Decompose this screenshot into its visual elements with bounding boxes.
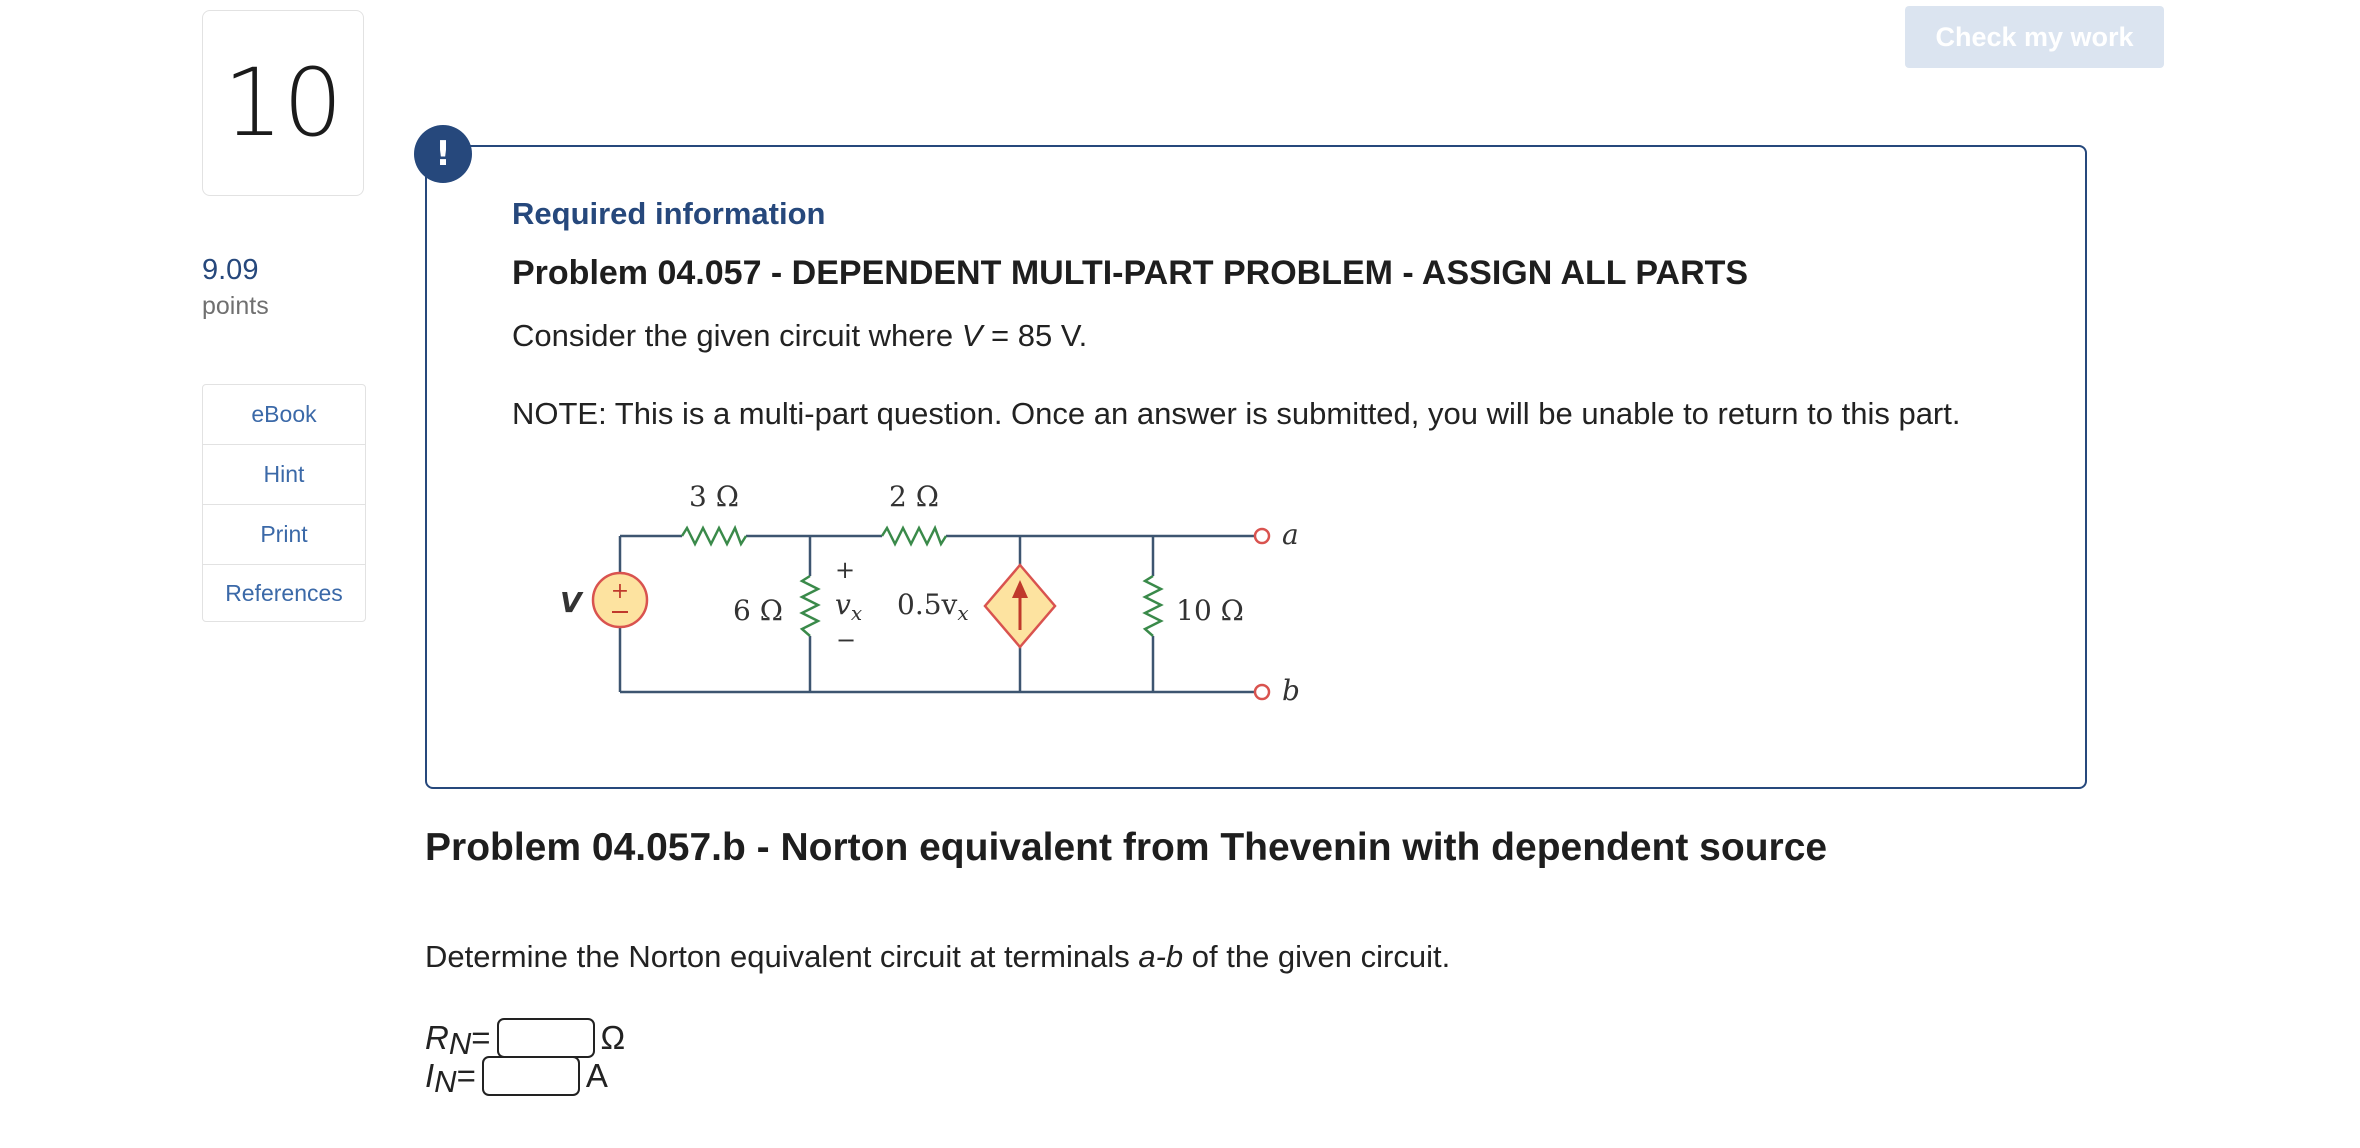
resistor-10ohm bbox=[1142, 574, 1164, 637]
rn-answer-row: RN = Ω bbox=[425, 1018, 626, 1061]
voltage-variable: V bbox=[961, 318, 983, 353]
points-label: points bbox=[202, 292, 269, 320]
source-plus: + bbox=[611, 579, 629, 604]
ebook-link[interactable]: eBook bbox=[203, 385, 365, 445]
resistor-6ohm bbox=[799, 574, 821, 637]
terminal-a-label: a bbox=[1282, 518, 1299, 551]
dep-coef: 0.5v bbox=[897, 588, 958, 621]
print-link[interactable]: Print bbox=[203, 505, 365, 565]
instruction-suffix: of the given circuit. bbox=[1183, 939, 1451, 974]
references-link[interactable]: References bbox=[203, 565, 365, 621]
part-title: Problem 04.057.b - Norton equivalent fro… bbox=[425, 826, 1828, 869]
terminal-b-node bbox=[1253, 683, 1271, 701]
dep-subscript: x bbox=[957, 601, 968, 625]
resistor-2ohm bbox=[880, 524, 948, 547]
question-number: 10 bbox=[202, 10, 364, 196]
vx-label: vx bbox=[835, 588, 862, 625]
check-my-work-button[interactable]: Check my work bbox=[1905, 6, 2164, 68]
multipart-note: NOTE: This is a multi-part question. Onc… bbox=[512, 396, 1961, 431]
terminal-a-node bbox=[1253, 527, 1271, 545]
exclamation-icon: ! bbox=[414, 125, 472, 183]
resource-menu: eBook Hint Print References bbox=[202, 384, 366, 622]
vx-plus: + bbox=[835, 556, 855, 584]
instruction-prefix: Determine the Norton equivalent circuit … bbox=[425, 939, 1139, 974]
circuit-diagram: + 3 Ω 2 Ω 6 Ω 10 Ω V + − vx 0.5vx a b bbox=[560, 480, 1300, 707]
vx-subscript: x bbox=[851, 601, 862, 625]
terminals-term: a-b bbox=[1138, 939, 1184, 974]
terminal-b-label: b bbox=[1282, 674, 1300, 707]
in-answer-row: IN = A bbox=[425, 1056, 608, 1099]
label-6ohm: 6 Ω bbox=[733, 594, 783, 627]
consider-suffix: = 85 V. bbox=[982, 318, 1088, 353]
in-variable: I bbox=[425, 1057, 435, 1094]
in-input[interactable] bbox=[481, 1056, 580, 1096]
resistor-3ohm bbox=[680, 524, 748, 547]
dependent-source-label: 0.5vx bbox=[897, 588, 969, 625]
label-2ohm: 2 Ω bbox=[889, 480, 939, 513]
in-equals: = bbox=[456, 1057, 476, 1094]
problem-title: Problem 04.057 - DEPENDENT MULTI-PART PR… bbox=[512, 254, 1749, 292]
ohm-unit: Ω bbox=[600, 1019, 626, 1056]
vx-var: v bbox=[835, 588, 851, 621]
source-label-v: V bbox=[560, 586, 584, 619]
label-3ohm: 3 Ω bbox=[689, 480, 739, 513]
rn-equals: = bbox=[471, 1019, 491, 1056]
part-instruction: Determine the Norton equivalent circuit … bbox=[425, 939, 1450, 975]
required-info-heading: Required information bbox=[512, 196, 826, 231]
consider-prefix: Consider the given circuit where bbox=[512, 318, 962, 353]
rn-input[interactable] bbox=[496, 1018, 595, 1058]
in-subscript: N bbox=[434, 1064, 457, 1099]
rn-variable: R bbox=[425, 1019, 449, 1056]
points-value: 9.09 bbox=[202, 254, 259, 286]
ampere-unit: A bbox=[585, 1057, 608, 1094]
label-10ohm: 10 Ω bbox=[1176, 594, 1244, 627]
hint-link[interactable]: Hint bbox=[203, 445, 365, 505]
circuit-statement: Consider the given circuit where V = 85 … bbox=[512, 318, 1087, 354]
vx-minus: − bbox=[836, 626, 856, 654]
